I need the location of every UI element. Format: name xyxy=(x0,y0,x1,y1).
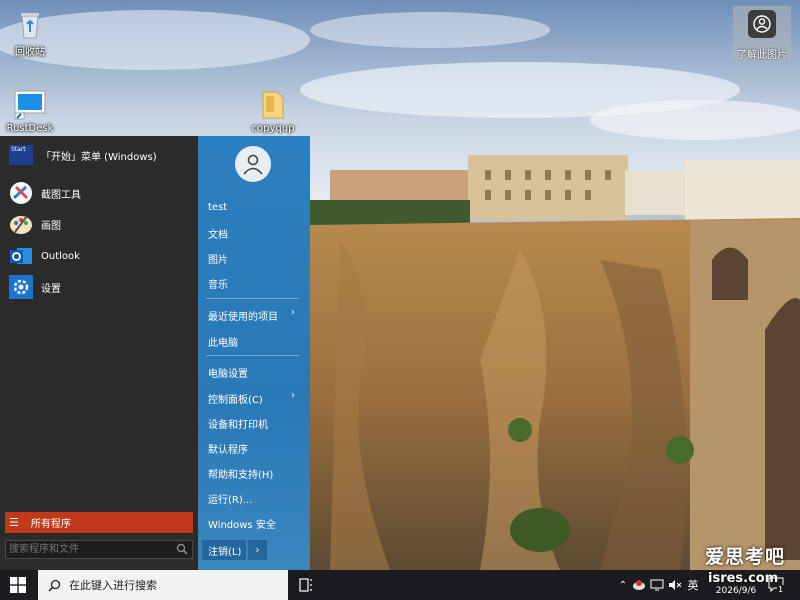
pinned-item-label: 设置 xyxy=(41,283,61,295)
pinned-item-paint[interactable]: 画图 xyxy=(0,209,198,239)
user-name-link[interactable]: test xyxy=(208,202,227,213)
desktop-icon-label: 回收站 xyxy=(15,47,45,58)
start-tile-icon: Start xyxy=(9,145,33,165)
desktop-icon-label: RustDesk xyxy=(6,123,54,134)
desktop-icon-rustdesk[interactable]: RustDesk xyxy=(0,88,65,134)
all-programs-label: 所有程序 xyxy=(30,519,71,530)
camera-icon xyxy=(748,10,776,38)
logoff-button[interactable]: 注销(L) xyxy=(202,540,246,560)
network-icon[interactable] xyxy=(649,577,665,593)
task-view-button[interactable] xyxy=(297,576,315,594)
right-item-windows-security[interactable]: Windows 安全 xyxy=(208,516,276,531)
right-item-music[interactable]: 音乐 xyxy=(208,276,228,291)
right-item-help[interactable]: 帮助和支持(H) xyxy=(208,466,273,481)
pinned-item-settings[interactable]: 设置 xyxy=(0,272,198,302)
start-button[interactable] xyxy=(0,570,36,600)
start-menu-left-pane: Start 「开始」菜单 (Windows) 截图工具 画图 Outlook 设… xyxy=(0,136,198,570)
chevron-right-icon: › xyxy=(291,390,295,401)
taskbar-search-text: 在此键入进行搜索 xyxy=(69,579,157,592)
list-icon: ☰ xyxy=(9,516,19,529)
settings-gear-icon xyxy=(9,275,33,299)
search-icon xyxy=(176,543,188,558)
taskbar: 在此键入进行搜索 ⌃ 英 isres.com 2026/9/6 1 xyxy=(0,570,800,600)
clock-time: isres.com xyxy=(708,571,779,586)
menu-divider xyxy=(206,298,299,299)
widget-label: 了解此图片 xyxy=(737,50,787,61)
start-menu-header-label: 「开始」菜单 (Windows) xyxy=(41,151,157,163)
ime-indicator[interactable]: 英 xyxy=(685,577,701,593)
right-item-this-pc[interactable]: 此电脑 xyxy=(208,334,238,349)
taskbar-clock[interactable]: isres.com 2026/9/6 xyxy=(708,571,779,598)
folder-icon xyxy=(257,88,289,120)
right-item-run[interactable]: 运行(R)... xyxy=(208,491,252,506)
chevron-right-icon: › xyxy=(291,307,295,318)
task-view-icon xyxy=(299,578,312,592)
right-item-recent[interactable]: 最近使用的项目 xyxy=(208,308,278,323)
search-icon xyxy=(48,579,61,592)
notification-center-button[interactable]: 1 xyxy=(768,576,785,594)
windows-logo-icon xyxy=(10,577,26,593)
rustdesk-icon xyxy=(14,88,46,120)
desktop-icon-label: copyqup xyxy=(251,123,295,134)
volume-muted-icon[interactable] xyxy=(667,577,683,593)
desktop-icon-recycle-bin[interactable]: 回收站 xyxy=(0,8,65,58)
pinned-item-snipping-tool[interactable]: 截图工具 xyxy=(0,178,198,208)
watermark-title: 爱思考吧 xyxy=(705,546,786,568)
shutdown-options-button[interactable]: › xyxy=(248,540,267,560)
user-icon xyxy=(243,154,263,175)
desktop-icon-folder[interactable]: copyqup xyxy=(238,88,308,134)
taskbar-search-box[interactable]: 在此键入进行搜索 xyxy=(38,570,288,600)
outlook-icon xyxy=(9,244,33,268)
right-item-default-programs[interactable]: 默认程序 xyxy=(208,441,248,456)
all-programs-button[interactable]: ☰ 所有程序 xyxy=(5,512,193,533)
pinned-item-outlook[interactable]: Outlook xyxy=(0,241,198,271)
start-menu-header[interactable]: Start 「开始」菜单 (Windows) xyxy=(0,140,198,170)
pinned-item-label: 画图 xyxy=(41,220,61,232)
chevron-up-icon[interactable]: ⌃ xyxy=(616,577,630,593)
menu-divider xyxy=(206,355,299,356)
snipping-tool-icon xyxy=(9,181,33,205)
pinned-item-label: 截图工具 xyxy=(41,189,81,201)
notification-count: 1 xyxy=(777,585,785,594)
right-item-documents[interactable]: 文档 xyxy=(208,226,228,241)
recycle-bin-icon xyxy=(14,8,46,40)
right-item-devices-printers[interactable]: 设备和打印机 xyxy=(208,416,268,431)
paint-icon xyxy=(9,212,33,236)
tray-app-icon[interactable] xyxy=(631,577,647,593)
right-item-pictures[interactable]: 图片 xyxy=(208,251,228,266)
start-search-box[interactable] xyxy=(5,540,193,559)
right-item-control-panel[interactable]: 控制面板(C) xyxy=(208,391,263,406)
right-item-pc-settings[interactable]: 电脑设置 xyxy=(208,365,248,380)
clock-date: 2026/9/6 xyxy=(715,586,757,596)
start-search-input[interactable] xyxy=(6,543,171,556)
learn-about-picture-widget[interactable]: 了解此图片 xyxy=(733,6,791,62)
user-avatar[interactable] xyxy=(235,146,271,182)
pinned-item-label: Outlook xyxy=(41,250,80,262)
